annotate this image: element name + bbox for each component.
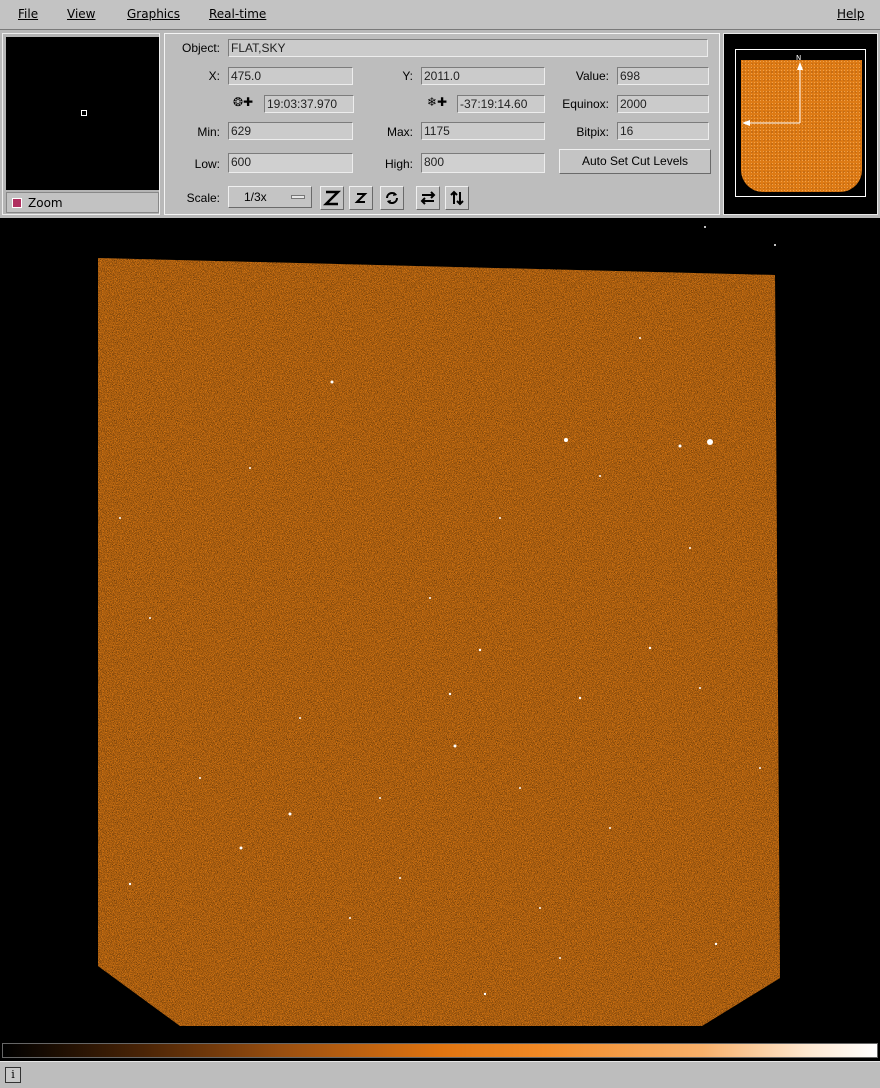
star xyxy=(330,380,334,384)
status-bar: i xyxy=(0,1061,880,1088)
star xyxy=(149,617,151,619)
x-field: 475.0 xyxy=(228,67,353,85)
star xyxy=(379,797,381,799)
panner-panel: N E xyxy=(723,33,878,215)
zoom-panel: Zoom xyxy=(2,33,160,215)
star xyxy=(128,882,132,886)
star xyxy=(699,687,701,689)
rotate-icon xyxy=(386,192,398,204)
star xyxy=(539,907,541,909)
menu-realtime[interactable]: Real-time xyxy=(209,7,266,21)
rotate-button[interactable] xyxy=(380,186,404,210)
north-label: N xyxy=(796,54,801,62)
star xyxy=(639,337,641,339)
star xyxy=(239,846,243,850)
star xyxy=(478,648,482,652)
dec-field: -37:19:14.60 xyxy=(457,95,545,113)
zoom-cursor xyxy=(81,110,87,116)
low-input[interactable]: 600 xyxy=(228,153,353,173)
star xyxy=(453,744,457,748)
high-input[interactable]: 800 xyxy=(421,153,545,173)
menu-graphics[interactable]: Graphics xyxy=(127,7,180,21)
star xyxy=(678,444,682,448)
flip-y-icon xyxy=(450,190,464,206)
zoom-checkbox[interactable] xyxy=(12,198,22,208)
y-field: 2011.0 xyxy=(421,67,545,85)
scale-label: Scale: xyxy=(186,191,220,205)
min-field: 629 xyxy=(228,122,353,140)
star xyxy=(199,777,201,779)
star xyxy=(559,957,561,959)
zoom-out-button[interactable] xyxy=(349,186,373,210)
info-icon[interactable]: i xyxy=(5,1067,21,1083)
flip-x-icon xyxy=(420,191,436,205)
high-label: High: xyxy=(384,157,413,171)
zoom-toggle[interactable]: Zoom xyxy=(6,192,159,213)
max-label: Max: xyxy=(386,125,413,139)
bitpix-field: 16 xyxy=(617,122,709,140)
star xyxy=(689,547,691,549)
star xyxy=(759,767,761,769)
star xyxy=(119,517,121,519)
zoom-out-icon xyxy=(354,193,368,203)
option-menu-indicator-icon xyxy=(291,195,305,199)
star xyxy=(299,717,301,719)
star xyxy=(564,438,568,442)
x-label: X: xyxy=(208,69,220,83)
star xyxy=(399,877,401,879)
menu-view[interactable]: View xyxy=(67,7,95,21)
menu-bar: File View Graphics Real-time Help xyxy=(0,0,880,30)
science-image xyxy=(98,226,780,1026)
star xyxy=(599,475,601,477)
star xyxy=(707,439,713,445)
panner-frame[interactable]: N E xyxy=(735,49,866,197)
equinox-field: 2000 xyxy=(617,95,709,113)
object-field: FLAT,SKY xyxy=(228,39,708,57)
star xyxy=(448,692,452,696)
star xyxy=(288,812,292,816)
value-label: Value: xyxy=(575,69,609,83)
dec-icon: ❄✚ xyxy=(427,95,448,109)
y-label: Y: xyxy=(402,69,413,83)
scale-select[interactable]: 1/3x xyxy=(228,186,312,208)
star xyxy=(249,467,251,469)
auto-set-cut-levels-button[interactable]: Auto Set Cut Levels xyxy=(559,149,711,174)
star xyxy=(519,787,521,789)
star xyxy=(578,696,582,700)
scale-value: 1/3x xyxy=(244,190,267,204)
low-label: Low: xyxy=(194,157,220,171)
flip-y-button[interactable] xyxy=(445,186,469,210)
object-label: Object: xyxy=(181,41,220,55)
colorbar[interactable] xyxy=(2,1043,878,1058)
star xyxy=(714,942,718,946)
zoom-in-icon xyxy=(323,190,341,206)
max-field: 1175 xyxy=(421,122,545,140)
info-panel: Object: FLAT,SKY X: 475.0 Y: 2011.0 Valu… xyxy=(164,33,720,215)
min-label: Min: xyxy=(197,125,220,139)
star xyxy=(499,517,501,519)
ra-field: 19:03:37.970 xyxy=(264,95,354,113)
menu-help[interactable]: Help xyxy=(837,7,864,21)
equinox-label: Equinox: xyxy=(562,97,609,111)
zoom-in-button[interactable] xyxy=(320,186,344,210)
value-field: 698 xyxy=(617,67,709,85)
compass-icon: N E xyxy=(736,54,803,128)
star xyxy=(648,646,652,650)
zoom-label: Zoom xyxy=(28,196,63,210)
star xyxy=(609,827,611,829)
bitpix-label: Bitpix: xyxy=(576,125,609,139)
star xyxy=(483,992,487,996)
flip-x-button[interactable] xyxy=(416,186,440,210)
zoom-view[interactable] xyxy=(6,37,159,190)
star xyxy=(429,597,431,599)
ra-icon: ❂✚ xyxy=(233,95,254,109)
star xyxy=(349,917,351,919)
menu-file[interactable]: File xyxy=(18,7,38,21)
image-display[interactable] xyxy=(0,218,880,1040)
